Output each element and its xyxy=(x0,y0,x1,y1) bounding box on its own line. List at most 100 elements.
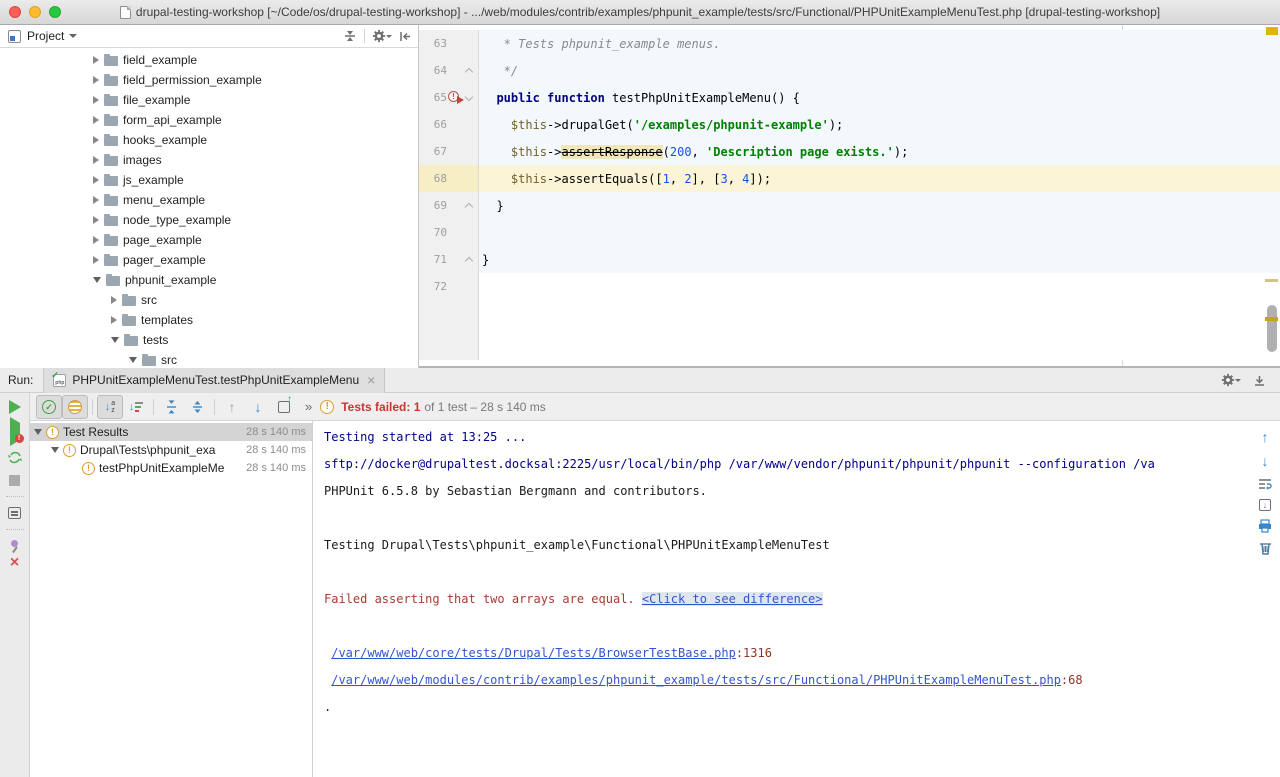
close-run-panel-button[interactable]: × xyxy=(10,556,19,570)
project-tree-item[interactable]: images xyxy=(0,150,418,170)
project-tree-item[interactable]: phpunit_example xyxy=(0,270,418,290)
editor-gutter[interactable]: 65! xyxy=(419,84,479,111)
chevron-right-icon[interactable] xyxy=(111,316,117,324)
test-history-button[interactable] xyxy=(271,395,297,419)
line-number[interactable]: 69 xyxy=(419,199,447,212)
chevron-right-icon[interactable] xyxy=(93,76,99,84)
project-settings-button[interactable] xyxy=(372,29,392,43)
line-number[interactable]: 63 xyxy=(419,37,447,50)
line-number[interactable]: 71 xyxy=(419,253,447,266)
chevron-right-icon[interactable] xyxy=(93,156,99,164)
show-passed-button[interactable]: ✓ xyxy=(36,395,62,419)
chevron-right-icon[interactable] xyxy=(93,116,99,124)
chevron-right-icon[interactable] xyxy=(111,296,117,304)
editor-gutter[interactable]: 71 xyxy=(419,246,479,273)
sort-alphabetically-button[interactable]: ↓az xyxy=(97,395,123,419)
chevron-right-icon[interactable] xyxy=(93,56,99,64)
chevron-right-icon[interactable] xyxy=(93,256,99,264)
previous-failed-test-button[interactable]: ↑ xyxy=(219,395,245,419)
chevron-right-icon[interactable] xyxy=(93,136,99,144)
zoom-window-button[interactable] xyxy=(49,6,61,18)
chevron-right-icon[interactable] xyxy=(93,236,99,244)
rerun-failed-tests-button[interactable]: ! xyxy=(10,423,20,441)
chevron-right-icon[interactable] xyxy=(93,196,99,204)
editor-line[interactable]: 69 } xyxy=(419,192,1280,219)
failed-test-gutter-icon[interactable]: ! xyxy=(448,91,459,102)
editor-line[interactable]: 71} xyxy=(419,246,1280,273)
fold-marker-icon[interactable] xyxy=(465,257,473,265)
fold-marker-icon[interactable] xyxy=(465,203,473,211)
line-number[interactable]: 68 xyxy=(419,172,447,185)
editor-gutter[interactable]: 69 xyxy=(419,192,479,219)
line-number[interactable]: 66 xyxy=(419,118,447,131)
line-number[interactable]: 64 xyxy=(419,64,447,77)
up-the-stacktrace-button[interactable]: ↑ xyxy=(1262,429,1269,445)
project-tree-item[interactable]: page_example xyxy=(0,230,418,250)
sort-by-duration-button[interactable]: ↓ xyxy=(123,395,149,419)
code-editor[interactable]: 63 * Tests phpunit_example menus.64 */65… xyxy=(419,25,1280,368)
project-tree-item[interactable]: field_example xyxy=(0,50,418,70)
project-tree-item[interactable]: field_permission_example xyxy=(0,70,418,90)
hide-project-panel-button[interactable] xyxy=(399,30,412,43)
toggle-auto-test-button[interactable] xyxy=(7,450,23,466)
console-link[interactable]: /var/www/web/core/tests/Drupal/Tests/Bro… xyxy=(331,646,736,660)
chevron-right-icon[interactable] xyxy=(93,176,99,184)
editor-gutter[interactable]: 72 xyxy=(419,273,479,300)
warning-stripe-mark[interactable] xyxy=(1266,27,1278,35)
rerun-button[interactable] xyxy=(9,400,21,414)
project-tree-item[interactable]: node_type_example xyxy=(0,210,418,230)
project-tree-item[interactable]: hooks_example xyxy=(0,130,418,150)
project-tree-item[interactable]: menu_example xyxy=(0,190,418,210)
editor-line[interactable]: 68 $this->assertEquals([1, 2], [3, 4]); xyxy=(419,165,1280,192)
collapse-all-button[interactable] xyxy=(184,395,210,419)
close-window-button[interactable] xyxy=(9,6,21,18)
line-number[interactable]: 65 xyxy=(419,91,447,104)
editor-gutter[interactable]: 70 xyxy=(419,219,479,246)
test-console[interactable]: Testing started at 13:25 ...sftp://docke… xyxy=(313,421,1250,777)
show-console-layout-button[interactable] xyxy=(8,507,21,519)
chevron-down-icon[interactable] xyxy=(69,34,77,42)
editor-line[interactable]: 67 $this->assertResponse(200, 'Descripti… xyxy=(419,138,1280,165)
print-button[interactable] xyxy=(1258,519,1272,533)
fold-marker-icon[interactable] xyxy=(465,68,473,76)
chevron-right-icon[interactable] xyxy=(93,216,99,224)
chevron-down-icon[interactable] xyxy=(111,337,119,343)
stripe-mark[interactable] xyxy=(1265,317,1278,321)
console-link[interactable]: /var/www/web/modules/contrib/examples/ph… xyxy=(331,673,1061,687)
line-number[interactable]: 67 xyxy=(419,145,447,158)
chevron-down-icon[interactable] xyxy=(93,277,101,283)
project-tree-item[interactable]: js_example xyxy=(0,170,418,190)
test-tree-item[interactable]: !Test Results28 s 140 ms xyxy=(30,423,312,441)
stripe-mark[interactable] xyxy=(1265,279,1278,282)
show-ignored-button[interactable] xyxy=(62,395,88,419)
editor-gutter[interactable]: 64 xyxy=(419,57,479,84)
stop-button[interactable] xyxy=(9,475,20,486)
clear-all-button[interactable] xyxy=(1259,541,1272,555)
project-tree-item[interactable]: form_api_example xyxy=(0,110,418,130)
editor-scrollbar[interactable] xyxy=(1267,305,1277,352)
soft-wrap-button[interactable] xyxy=(1258,477,1272,491)
hide-run-panel-button[interactable] xyxy=(1253,374,1266,387)
project-panel-title[interactable]: Project xyxy=(27,29,64,43)
console-link[interactable]: <Click to see difference> xyxy=(642,592,823,606)
project-tree-item[interactable]: file_example xyxy=(0,90,418,110)
run-configuration-tab[interactable]: php ✓ PHPUnitExampleMenuTest.testPhpUnit… xyxy=(43,368,385,393)
project-tree-item[interactable]: pager_example xyxy=(0,250,418,270)
next-failed-test-button[interactable]: ↓ xyxy=(245,395,271,419)
select-opened-file-button[interactable] xyxy=(343,29,357,43)
line-number[interactable]: 72 xyxy=(419,280,447,293)
editor-line[interactable]: 66 $this->drupalGet('/examples/phpunit-e… xyxy=(419,111,1280,138)
line-number[interactable]: 70 xyxy=(419,226,447,239)
down-the-stacktrace-button[interactable]: ↓ xyxy=(1262,453,1269,469)
close-tab-icon[interactable]: × xyxy=(367,374,375,386)
project-tree-item[interactable]: templates xyxy=(0,310,418,330)
chevron-down-icon[interactable] xyxy=(34,429,42,435)
project-tree-item[interactable]: src xyxy=(0,350,418,368)
chevron-down-icon[interactable] xyxy=(51,447,59,453)
test-tree-item[interactable]: !testPhpUnitExampleMe28 s 140 ms xyxy=(30,459,312,477)
scroll-to-end-button[interactable]: ↓ xyxy=(1259,499,1271,511)
editor-line[interactable]: 64 */ xyxy=(419,57,1280,84)
project-tree-item[interactable]: tests xyxy=(0,330,418,350)
editor-gutter[interactable]: 68 xyxy=(419,165,479,192)
pin-tab-button[interactable] xyxy=(11,540,18,547)
